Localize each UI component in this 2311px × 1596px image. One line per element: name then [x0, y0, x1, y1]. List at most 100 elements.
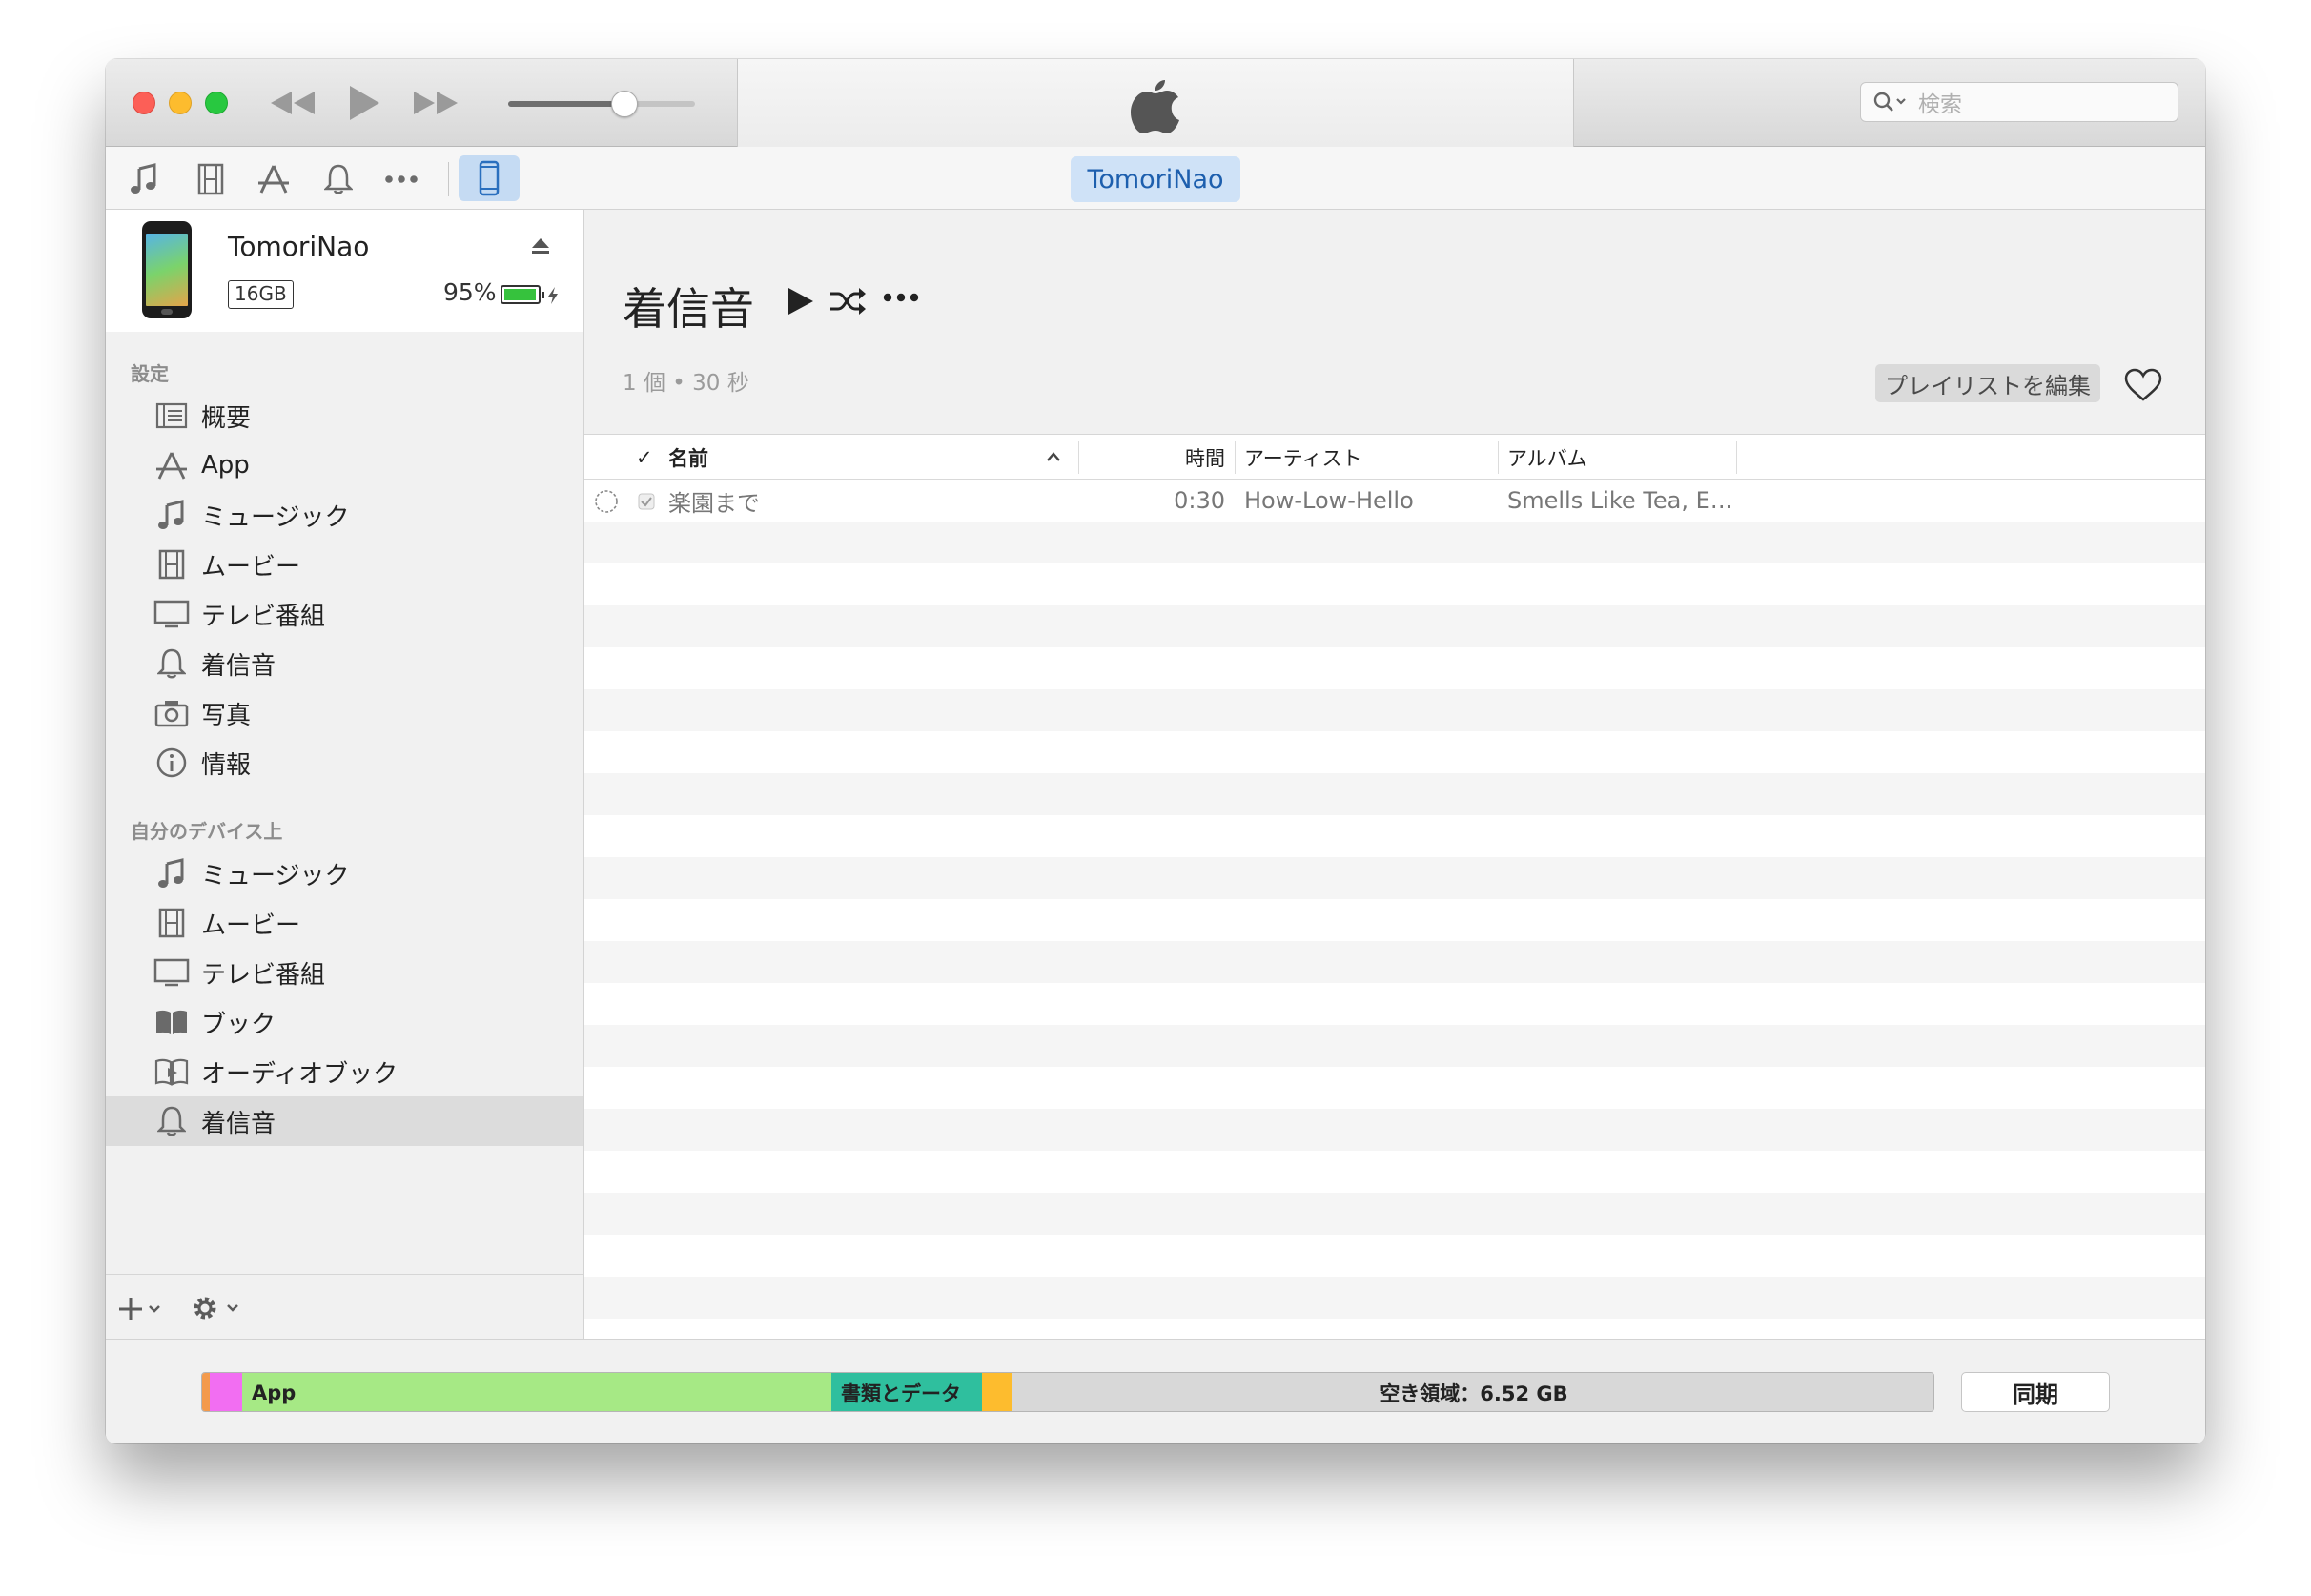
sidebar-item-label: ブック: [201, 1010, 276, 1039]
sidebar-item-label: 着信音: [201, 1109, 276, 1138]
search-placeholder: 検索: [1918, 92, 1962, 117]
search-icon: [1873, 92, 1906, 112]
more-tab[interactable]: [382, 162, 420, 196]
column-divider: [1498, 441, 1499, 474]
apple-logo-icon: [1131, 80, 1179, 133]
sidebar-item-label: ミュージック: [201, 502, 350, 532]
tones-tab[interactable]: [319, 162, 358, 196]
rewind-button[interactable]: [266, 82, 319, 124]
sidebar: TomoriNao 16GB 95% 設定 概要 App ミュージック ムービー…: [106, 210, 584, 1339]
empty-row: [584, 1151, 2205, 1193]
more-icon: [385, 175, 418, 183]
battery-percent: 95%: [443, 278, 497, 306]
column-check[interactable]: ✓: [636, 436, 653, 480]
storage-bar-area: App 書類とデータ 空き領域：6.52 GB 同期: [106, 1339, 2205, 1443]
music-tab[interactable]: [125, 162, 163, 196]
iphone-icon: [479, 160, 500, 196]
sidebar-item-device-music[interactable]: ミュージック: [106, 849, 583, 898]
edit-playlist-button[interactable]: プレイリストを編集: [1875, 364, 2100, 402]
play-icon[interactable]: [787, 286, 815, 317]
empty-row: [584, 857, 2205, 899]
checkbox[interactable]: [638, 493, 655, 510]
sidebar-item-device-books[interactable]: ブック: [106, 997, 583, 1047]
eject-icon[interactable]: [531, 236, 550, 256]
column-name[interactable]: 名前: [668, 436, 708, 480]
shuffle-icon[interactable]: [828, 286, 867, 317]
heart-icon[interactable]: [2123, 368, 2163, 402]
sidebar-item-summary[interactable]: 概要: [106, 391, 583, 440]
sidebar-item-device-movies[interactable]: ムービー: [106, 898, 583, 948]
sidebar-item-music[interactable]: ミュージック: [106, 490, 583, 540]
empty-row: [584, 605, 2205, 647]
zoom-window-button[interactable]: [205, 92, 228, 114]
sidebar-item-info[interactable]: 情報: [106, 738, 583, 788]
empty-row: [584, 731, 2205, 773]
volume-slider[interactable]: [508, 91, 695, 117]
fast-forward-icon: [414, 92, 458, 114]
sidebar-item-device-tones[interactable]: 着信音: [106, 1096, 583, 1146]
sidebar-item-label: オーディオブック: [201, 1059, 399, 1089]
music-note-icon: [153, 498, 190, 532]
sync-button[interactable]: 同期: [1961, 1372, 2110, 1412]
device-section-header: 自分のデバイス上: [131, 820, 283, 843]
apps-tab[interactable]: [255, 162, 293, 196]
device-name-button[interactable]: TomoriNao: [1071, 156, 1240, 202]
sidebar-item-tv-shows[interactable]: テレビ番組: [106, 589, 583, 639]
device-summary-card[interactable]: TomoriNao 16GB 95%: [106, 210, 583, 332]
track-table-header: ✓ 名前 時間 アーティスト アルバム: [584, 436, 2205, 480]
title-bar: 検索: [106, 59, 2205, 147]
storage-segment-other-2: [982, 1373, 1012, 1411]
track-time: 0:30: [1174, 487, 1225, 514]
sidebar-item-label: ムービー: [201, 552, 301, 582]
track-album: Smells Like Tea, E…: [1507, 487, 1733, 514]
close-window-button[interactable]: [133, 92, 155, 114]
track-name: 楽園まで: [668, 489, 760, 517]
sort-ascending-icon[interactable]: [1046, 451, 1061, 462]
empty-row: [584, 941, 2205, 983]
sidebar-item-tones[interactable]: 着信音: [106, 639, 583, 688]
column-album[interactable]: アルバム: [1507, 436, 1587, 480]
search-field[interactable]: 検索: [1860, 82, 2178, 122]
add-playlist-icon[interactable]: [117, 1294, 171, 1322]
track-artist: How-Low-Hello: [1244, 487, 1414, 514]
playlist-header: 着信音 1 個 • 30 秒 プレイリストを編集: [584, 210, 2205, 435]
minimize-window-button[interactable]: [169, 92, 192, 114]
device-image: [142, 221, 192, 318]
volume-knob[interactable]: [610, 91, 638, 117]
playlist-meta: 1 個 • 30 秒: [623, 371, 749, 396]
sidebar-item-label: 着信音: [201, 651, 276, 681]
sidebar-item-device-tv-shows[interactable]: テレビ番組: [106, 948, 583, 997]
bell-icon: [153, 646, 190, 681]
empty-row: [584, 522, 2205, 563]
app-store-icon: [153, 448, 190, 482]
empty-row: [584, 1109, 2205, 1151]
sidebar-item-movies[interactable]: ムービー: [106, 540, 583, 589]
sidebar-item-label: テレビ番組: [201, 602, 326, 631]
table-row[interactable]: 楽園まで 0:30 How-Low-Hello Smells Like Tea,…: [584, 480, 2205, 522]
sidebar-item-label: ムービー: [201, 911, 301, 940]
gear-icon[interactable]: [190, 1292, 247, 1324]
sidebar-item-device-audiobooks[interactable]: オーディオブック: [106, 1047, 583, 1096]
empty-row: [584, 983, 2205, 1025]
empty-row: [584, 1025, 2205, 1067]
play-button[interactable]: [340, 82, 388, 124]
fast-forward-button[interactable]: [409, 82, 462, 124]
info-icon: [153, 746, 190, 780]
device-tab[interactable]: [459, 155, 520, 201]
movies-tab[interactable]: [192, 162, 230, 196]
cloud-status-icon: [595, 490, 618, 513]
column-artist[interactable]: アーティスト: [1244, 436, 1361, 480]
empty-row: [584, 647, 2205, 689]
column-divider: [1736, 441, 1737, 474]
empty-row: [584, 899, 2205, 941]
more-icon[interactable]: [882, 292, 920, 303]
sidebar-item-app[interactable]: App: [106, 440, 583, 490]
media-toolbar: TomoriNao: [106, 147, 2205, 210]
sidebar-item-label: 写真: [201, 701, 252, 730]
sidebar-item-photos[interactable]: 写真: [106, 688, 583, 738]
empty-row: [584, 1235, 2205, 1277]
battery-icon: [501, 285, 544, 304]
column-time[interactable]: 時間: [1137, 436, 1225, 480]
audiobook-icon: [153, 1054, 190, 1089]
volume-level: [508, 101, 624, 107]
